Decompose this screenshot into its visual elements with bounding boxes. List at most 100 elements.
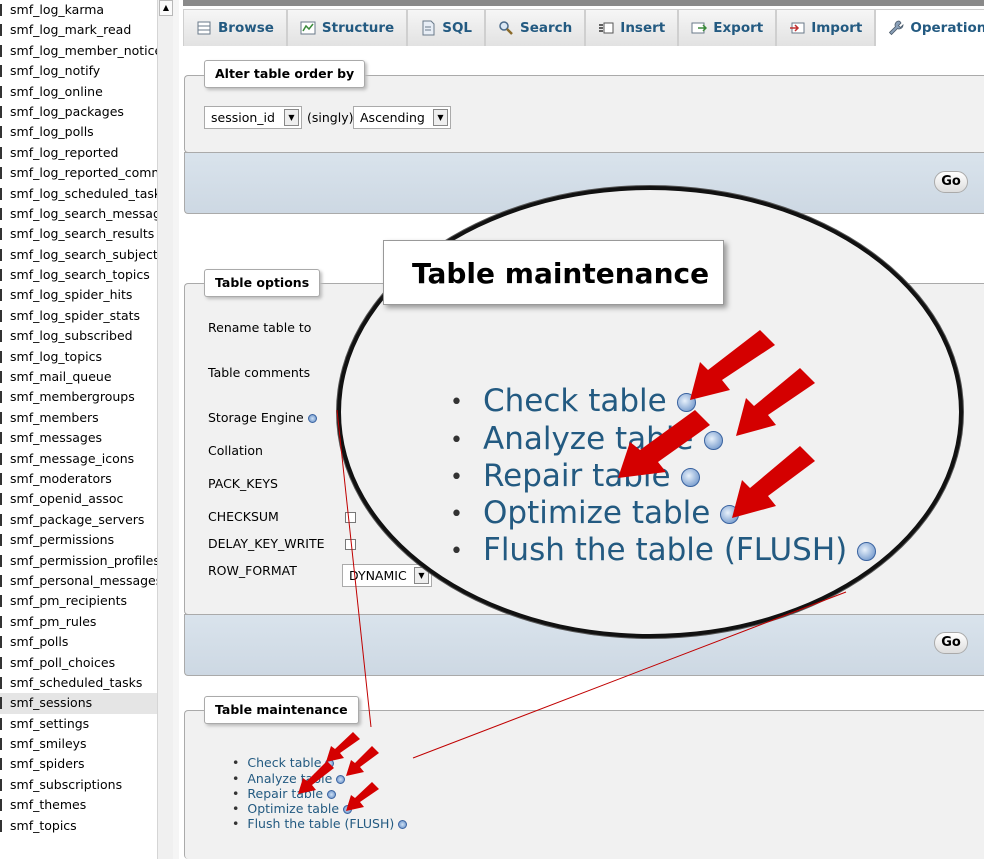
row-format-select[interactable]: DYNAMIC ▼	[342, 564, 432, 587]
sidebar-table-item[interactable]: smf_scheduled_tasks	[0, 673, 157, 693]
table-options-legend: Table options	[204, 269, 321, 297]
flush-table-link[interactable]: Flush the table (FLUSH)	[247, 816, 394, 831]
sidebar-table-item[interactable]: smf_permissions	[0, 530, 157, 550]
sidebar-table-item[interactable]: smf_pm_recipients	[0, 591, 157, 611]
zoom-repair-table: Repair table	[482, 458, 671, 494]
sidebar-table-item[interactable]: smf_log_reported_comments	[0, 163, 157, 183]
pane-splitter[interactable]	[173, 0, 179, 859]
tab-structure[interactable]: Structure	[286, 9, 408, 46]
help-icon	[703, 431, 723, 450]
tab-label: Structure	[321, 20, 395, 36]
sidebar-table-item[interactable]: smf_poll_choices	[0, 653, 157, 673]
tab-bar: Browse Structure SQL Search Insert Expor…	[183, 9, 984, 46]
tab-import[interactable]: Import	[776, 9, 876, 46]
export-icon	[691, 22, 708, 34]
maintenance-item: • Flush the table (FLUSH)	[232, 816, 408, 831]
maintenance-item: • Optimize table	[232, 801, 353, 816]
sidebar-table-item[interactable]: smf_log_reported	[0, 143, 157, 163]
alter-order-go-button[interactable]: Go	[934, 171, 968, 193]
help-icon[interactable]	[343, 805, 353, 814]
sidebar-table-item[interactable]: smf_themes	[0, 795, 157, 815]
sidebar-table-item[interactable]: smf_log_scheduled_tasks	[0, 184, 157, 204]
sidebar-table-item[interactable]: smf_log_mark_read	[0, 20, 157, 40]
sidebar-table-item[interactable]: smf_log_polls	[0, 122, 157, 142]
sidebar-table-item[interactable]: smf_mail_queue	[0, 367, 157, 387]
sidebar-scrollbar[interactable]: ▲	[157, 0, 174, 859]
sidebar-table-item[interactable]: smf_log_karma	[0, 0, 157, 20]
sidebar-table-item[interactable]: smf_polls	[0, 632, 157, 652]
table-list-sidebar: smf_log_karma smf_log_mark_read smf_log_me…	[0, 0, 158, 859]
tab-operations[interactable]: Operations	[875, 9, 984, 46]
table-maintenance-legend: Table maintenance	[204, 696, 359, 724]
order-direction-value: Ascending	[360, 110, 425, 125]
sidebar-table-item[interactable]: smf_log_search_subjects	[0, 245, 157, 265]
chevron-down-icon: ▼	[284, 109, 299, 126]
search-icon	[499, 21, 513, 35]
sidebar-table-item[interactable]: smf_openid_assoc	[0, 489, 157, 509]
help-icon	[720, 505, 740, 524]
help-icon[interactable]	[336, 775, 346, 784]
zoom-item: • Analyze table	[450, 421, 723, 457]
help-icon[interactable]	[325, 759, 335, 768]
tab-browse[interactable]: Browse	[183, 9, 287, 46]
tab-search[interactable]: Search	[485, 9, 586, 46]
analyze-table-link[interactable]: Analyze table	[247, 771, 332, 786]
scroll-up-arrow-icon[interactable]: ▲	[159, 0, 173, 16]
sidebar-table-item[interactable]: smf_subscriptions	[0, 775, 157, 795]
table-options-go-button[interactable]: Go	[934, 632, 968, 654]
sidebar-table-item[interactable]: smf_log_member_notices	[0, 41, 157, 61]
zoom-flush-table: Flush the table (FLUSH)	[482, 532, 848, 568]
tab-sql[interactable]: SQL	[407, 9, 486, 46]
sidebar-table-item[interactable]: smf_personal_messages	[0, 571, 157, 591]
sidebar-table-item[interactable]: smf_log_packages	[0, 102, 157, 122]
delay-key-write-label: DELAY_KEY_WRITE	[208, 536, 325, 551]
sidebar-table-item[interactable]: smf_log_notify	[0, 61, 157, 81]
sidebar-table-item[interactable]: smf_log_spider_stats	[0, 306, 157, 326]
sidebar-table-item[interactable]: smf_members	[0, 408, 157, 428]
sidebar-table-item[interactable]: smf_topics	[0, 816, 157, 836]
order-column-select[interactable]: session_id ▼	[204, 106, 302, 129]
wrench-icon	[889, 20, 904, 36]
row-format-value: DYNAMIC	[349, 568, 407, 583]
maintenance-item: • Analyze table	[232, 771, 346, 786]
help-icon[interactable]	[327, 790, 337, 799]
help-icon	[676, 393, 696, 412]
sidebar-table-item[interactable]: smf_package_servers	[0, 510, 157, 530]
delay-key-write-checkbox[interactable]	[345, 539, 356, 550]
tab-insert[interactable]: Insert	[585, 9, 679, 46]
sidebar-table-item[interactable]: smf_moderators	[0, 469, 157, 489]
order-direction-select[interactable]: Ascending ▼	[353, 106, 451, 129]
zoom-optimize-table: Optimize table	[482, 495, 711, 531]
sidebar-table-item[interactable]: smf_log_search_messages	[0, 204, 157, 224]
tab-label: Export	[713, 20, 764, 36]
sidebar-table-item[interactable]: smf_message_icons	[0, 449, 157, 469]
sidebar-table-item[interactable]: smf_permission_profiles	[0, 551, 157, 571]
sidebar-table-item[interactable]: smf_log_subscribed	[0, 326, 157, 346]
tab-label: Search	[520, 20, 573, 36]
sidebar-table-item[interactable]: smf_log_topics	[0, 347, 157, 367]
sidebar-table-item[interactable]: smf_log_search_topics	[0, 265, 157, 285]
optimize-table-link[interactable]: Optimize table	[247, 801, 339, 816]
checksum-checkbox[interactable]	[345, 512, 356, 523]
sidebar-table-item[interactable]: smf_membergroups	[0, 387, 157, 407]
help-icon[interactable]	[398, 820, 408, 829]
check-table-link[interactable]: Check table	[247, 755, 321, 770]
sidebar-table-item[interactable]: smf_settings	[0, 714, 157, 734]
table-comments-label: Table comments	[208, 365, 311, 380]
sidebar-table-item[interactable]: smf_log_search_results	[0, 224, 157, 244]
sidebar-table-item[interactable]: smf_log_online	[0, 82, 157, 102]
storage-engine-text: Storage Engine	[208, 410, 304, 425]
rename-table-label: Rename table to	[208, 320, 312, 335]
sidebar-table-item[interactable]: smf_smileys	[0, 734, 157, 754]
sidebar-table-item[interactable]: smf_messages	[0, 428, 157, 448]
repair-table-link[interactable]: Repair table	[247, 786, 323, 801]
pack-keys-label: PACK_KEYS	[208, 476, 278, 491]
zoom-item: • Optimize table	[450, 495, 740, 531]
tab-export[interactable]: Export	[678, 9, 777, 46]
sidebar-table-item[interactable]: smf_spiders	[0, 754, 157, 774]
sidebar-table-item[interactable]: smf_log_spider_hits	[0, 285, 157, 305]
help-icon	[680, 468, 700, 487]
sidebar-table-item[interactable]: smf_pm_rules	[0, 612, 157, 632]
help-icon[interactable]	[307, 414, 317, 423]
sidebar-table-item[interactable]: smf_sessions	[0, 693, 157, 714]
